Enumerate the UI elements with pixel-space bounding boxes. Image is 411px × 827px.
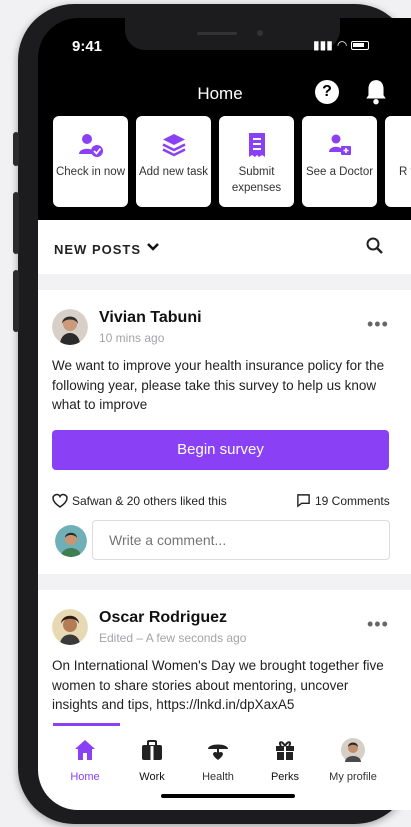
more-options-icon[interactable]: ••• — [367, 614, 389, 635]
mute-switch — [13, 132, 19, 166]
quick-actions: Check in now Add new task Submit expense… — [38, 116, 411, 226]
avatar[interactable] — [52, 309, 88, 345]
search-icon[interactable] — [365, 236, 385, 256]
layers-icon — [161, 134, 186, 157]
page-title: Home — [197, 84, 243, 103]
quick-action-see-doctor[interactable]: See a Doctor — [302, 116, 377, 207]
tab-label: Perks — [270, 771, 300, 783]
avatar[interactable] — [52, 609, 88, 645]
home-icon — [75, 740, 95, 760]
more-options-icon[interactable]: ••• — [367, 314, 389, 335]
feed-filter-label[interactable]: NEW POSTS — [54, 242, 141, 257]
wifi-icon: ◠ — [336, 38, 348, 52]
post-card: Vivian Tabuni 10 mins ago ••• We want to… — [38, 290, 411, 574]
feed-filter-bar: NEW POSTS — [38, 220, 411, 274]
post-time: 10 mins ago — [99, 331, 165, 345]
tab-my-profile[interactable]: My profile — [318, 738, 388, 783]
volume-up-button — [13, 192, 19, 254]
quick-action-label: R t — [399, 166, 411, 178]
status-icons: ▮▮▮ ◠ — [313, 38, 370, 52]
quick-action-partial[interactable]: R t — [385, 116, 411, 207]
quick-action-label: Add new task — [138, 166, 209, 178]
likes-text: Safwan & 20 others liked this — [72, 494, 227, 508]
begin-survey-button[interactable]: Begin survey — [52, 430, 389, 470]
tab-label: Work — [139, 771, 165, 783]
post-author[interactable]: Oscar Rodriguez — [99, 609, 227, 627]
quick-action-label: Check in now — [55, 166, 126, 178]
quick-action-add-task[interactable]: Add new task — [136, 116, 211, 207]
likes-summary[interactable]: Safwan & 20 others liked this — [52, 493, 227, 509]
post-body: On International Women's Day we brought … — [52, 658, 384, 712]
doctor-icon — [328, 134, 351, 155]
post-time: Edited – A few seconds ago — [99, 631, 247, 645]
signal-icon: ▮▮▮ — [313, 38, 333, 52]
tab-work[interactable]: Work — [117, 738, 187, 783]
post-body: We want to improve your health insurance… — [52, 358, 385, 412]
comments-text: 19 Comments — [315, 493, 390, 508]
battery-icon — [351, 40, 370, 50]
briefcase-icon — [142, 740, 162, 760]
comment-icon — [297, 494, 310, 508]
receipt-icon — [248, 133, 265, 157]
status-time: 9:41 — [72, 38, 103, 55]
gift-icon — [276, 741, 294, 760]
comments-count[interactable]: 19 Comments — [296, 493, 390, 508]
heart-icon[interactable] — [52, 493, 68, 509]
active-tab-indicator — [53, 723, 120, 726]
health-icon — [208, 744, 228, 760]
quick-action-check-in[interactable]: Check in now — [53, 116, 128, 207]
home-indicator — [161, 794, 295, 798]
check-in-icon — [78, 134, 103, 157]
post-card: Oscar Rodriguez Edited – A few seconds a… — [38, 590, 411, 740]
comment-input[interactable] — [92, 520, 390, 560]
tab-perks[interactable]: Perks — [250, 738, 320, 783]
quick-action-label: Submit expenses — [231, 166, 282, 194]
help-icon[interactable]: ? — [315, 80, 339, 104]
tab-label: Home — [70, 771, 100, 783]
tab-health[interactable]: Health — [183, 738, 253, 783]
quick-action-label: See a Doctor — [305, 166, 374, 178]
feed: NEW POSTS Vivian Tabuni 10 mins ago ••• … — [38, 220, 411, 740]
tab-label: Health — [202, 771, 234, 783]
profile-avatar-icon — [341, 738, 365, 762]
bell-icon[interactable] — [363, 78, 389, 106]
notch — [125, 18, 340, 50]
quick-action-submit-expenses[interactable]: Submit expenses — [219, 116, 294, 207]
current-user-avatar — [55, 525, 87, 557]
chevron-down-icon[interactable] — [146, 240, 160, 254]
tab-label: My profile — [329, 771, 377, 783]
post-author[interactable]: Vivian Tabuni — [99, 309, 202, 327]
phone-screen: 9:41 ▮▮▮ ◠ Home ? Check in now Add new t… — [38, 18, 411, 810]
tab-home[interactable]: Home — [50, 738, 120, 783]
volume-down-button — [13, 270, 19, 332]
